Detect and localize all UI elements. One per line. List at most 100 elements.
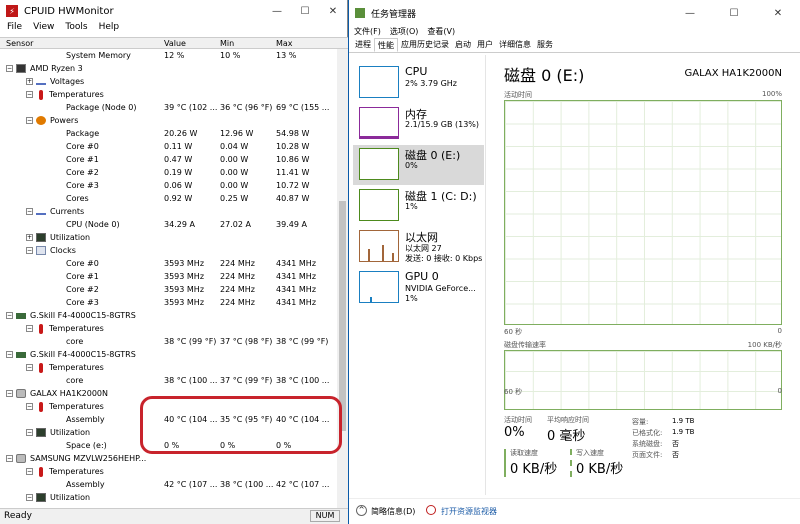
column-max[interactable]: Max	[276, 39, 293, 48]
sensor-group-row[interactable]: − Temperatures	[0, 361, 337, 374]
collapse-toggle-icon[interactable]: −	[6, 455, 13, 462]
sensor-row[interactable]: Package 20.26 W 12.96 W 54.98 W	[0, 127, 337, 140]
collapse-toggle-icon[interactable]: −	[6, 312, 13, 319]
close-button[interactable]: ✕	[319, 6, 347, 17]
response-time-label: 平均响应时间	[547, 416, 589, 424]
tab-services[interactable]: 服务	[534, 38, 556, 52]
perf-item-4[interactable]: 以太网 以太网 27 发送: 0 接收: 0 Kbps	[353, 227, 484, 267]
sensor-group-row[interactable]: + Voltages	[0, 75, 337, 88]
tab-startup[interactable]: 启动	[452, 38, 474, 52]
sensor-row[interactable]: Core #2 0.19 W 0.00 W 11.41 W	[0, 166, 337, 179]
sensor-max: 40 °C (104 ...	[276, 415, 330, 424]
read-speed-bar	[504, 449, 506, 477]
sensor-group-row[interactable]: − AMD Ryzen 3	[0, 62, 337, 75]
sensor-name-cell: + Utilization	[26, 231, 90, 244]
collapse-toggle-icon[interactable]: −	[26, 429, 33, 436]
collapse-toggle-icon[interactable]: −	[26, 403, 33, 410]
menu-view[interactable]: View	[33, 22, 54, 36]
collapse-toggle-icon[interactable]: −	[26, 208, 33, 215]
column-sensor[interactable]: Sensor	[6, 39, 33, 48]
collapse-toggle-icon[interactable]: −	[26, 494, 33, 501]
sensor-row[interactable]: Core #3 0.06 W 0.00 W 10.72 W	[0, 179, 337, 192]
sensor-group-row[interactable]: − Powers	[0, 114, 337, 127]
menu-file[interactable]: 文件(F)	[354, 26, 381, 38]
sensor-row[interactable]: Package (Node 0) 39 °C (102 ... 36 °C (96 …	[0, 101, 337, 114]
sensor-min: 224 MHz	[220, 259, 255, 268]
sensor-group-row[interactable]: − G.Skill F4-4000C15-8GTRS	[0, 348, 337, 361]
perf-item-1[interactable]: 内存 2.1/15.9 GB (13%)	[353, 104, 484, 144]
column-min[interactable]: Min	[220, 39, 234, 48]
sensor-row[interactable]: System Memory 12 % 10 % 13 %	[0, 49, 337, 62]
tab-users[interactable]: 用户	[474, 38, 496, 52]
tab-details[interactable]: 详细信息	[496, 38, 534, 52]
sensor-value: 3593 MHz	[164, 298, 205, 307]
minimize-button[interactable]: —	[263, 6, 291, 17]
sensor-row[interactable]: core 38 °C (99 °F) 37 °C (98 °F) 38 °C (99 …	[0, 335, 337, 348]
menu-tools[interactable]: Tools	[65, 22, 87, 36]
sensor-row[interactable]: Core #1 0.47 W 0.00 W 10.86 W	[0, 153, 337, 166]
sensor-group-row[interactable]: − G.Skill F4-4000C15-8GTRS	[0, 309, 337, 322]
collapse-toggle-icon[interactable]: −	[26, 364, 33, 371]
sensor-row[interactable]: Assembly 42 °C (107 ... 38 °C (100 ... 42 °…	[0, 478, 337, 491]
sensor-row[interactable]: Core #1 3593 MHz 224 MHz 4341 MHz	[0, 270, 337, 283]
sensor-label: Utilization	[50, 233, 91, 242]
sensor-group-row[interactable]: − GALAX HA1K2000N	[0, 387, 337, 400]
menu-help[interactable]: Help	[99, 22, 120, 36]
sensor-group-row[interactable]: − Currents	[0, 205, 337, 218]
sensor-group-row[interactable]: − Temperatures	[0, 400, 337, 413]
menu-view[interactable]: 查看(V)	[427, 26, 455, 38]
sensor-group-row[interactable]: − Clocks	[0, 244, 337, 257]
sensor-row[interactable]: Cores 0.92 W 0.25 W 40.87 W	[0, 192, 337, 205]
collapse-toggle-icon[interactable]: −	[26, 247, 33, 254]
tm-close-button[interactable]: ✕	[756, 8, 800, 19]
collapse-toggle-icon[interactable]: −	[6, 390, 13, 397]
sensor-group-row[interactable]: − SAMSUNG MZVLW256HEHP...	[0, 452, 337, 465]
collapse-toggle-icon[interactable]: −	[26, 117, 33, 124]
sensor-row[interactable]: Core #0 0.11 W 0.04 W 10.28 W	[0, 140, 337, 153]
collapse-toggle-icon[interactable]: −	[26, 468, 33, 475]
sensor-group-row[interactable]: − Utilization	[0, 426, 337, 439]
sensor-row[interactable]: CPU (Node 0) 34.29 A 27.02 A 39.49 A	[0, 218, 337, 231]
collapse-toggle-icon[interactable]: −	[26, 325, 33, 332]
sensor-row[interactable]: Core #3 3593 MHz 224 MHz 4341 MHz	[0, 296, 337, 309]
sensor-label: core	[66, 337, 84, 346]
sensor-group-row[interactable]: − Temperatures	[0, 88, 337, 101]
tm-maximize-button[interactable]: ☐	[712, 8, 756, 19]
sensor-group-row[interactable]: − Utilization	[0, 491, 337, 504]
sensor-row[interactable]: Core #0 3593 MHz 224 MHz 4341 MHz	[0, 257, 337, 270]
sensor-value: 0.11 W	[164, 142, 193, 151]
tab-performance[interactable]: 性能	[374, 38, 398, 52]
sensor-value: 38 °C (99 °F)	[164, 337, 217, 346]
expand-toggle-icon[interactable]: +	[26, 234, 33, 241]
sensor-row[interactable]: Assembly 40 °C (104 ... 35 °C (95 °F) 40 °C…	[0, 413, 337, 426]
sensor-group-row[interactable]: − Temperatures	[0, 465, 337, 478]
open-resource-monitor-link[interactable]: 打开资源监视器	[441, 506, 497, 517]
collapse-toggle-icon[interactable]: −	[26, 91, 33, 98]
hwmonitor-scrollbar[interactable]	[337, 49, 348, 508]
perf-item-0[interactable]: CPU 2% 3.79 GHz	[353, 63, 484, 103]
column-value[interactable]: Value	[164, 39, 186, 48]
menu-file[interactable]: File	[7, 22, 22, 36]
sensor-row[interactable]: core 38 °C (100 ... 37 °C (99 °F) 38 °C (10…	[0, 374, 337, 387]
maximize-button[interactable]: ☐	[291, 6, 319, 17]
chevron-up-icon[interactable]: ^	[356, 505, 367, 516]
sensor-group-row[interactable]: − Temperatures	[0, 322, 337, 335]
sensor-group-row[interactable]: + Utilization	[0, 231, 337, 244]
collapse-toggle-icon[interactable]: −	[6, 65, 13, 72]
tab-processes[interactable]: 进程	[352, 38, 374, 52]
sensor-name-cell: − SAMSUNG MZVLW256HEHP...	[6, 452, 146, 465]
sensor-name-cell: − Clocks	[26, 244, 76, 257]
perf-item-3[interactable]: 磁盘 1 (C: D:) 1%	[353, 186, 484, 226]
sensor-row[interactable]: Space (e:) 0 % 0 % 0 %	[0, 439, 337, 452]
perf-item-2[interactable]: 磁盘 0 (E:) 0%	[353, 145, 484, 185]
scrollbar-thumb[interactable]	[339, 201, 346, 431]
perf-item-5[interactable]: GPU 0 NVIDIA GeForce... 1%	[353, 268, 484, 308]
tab-app-history[interactable]: 应用历史记录	[398, 38, 452, 52]
collapse-toggle-icon[interactable]: −	[6, 351, 13, 358]
sensor-row[interactable]: Core #2 3593 MHz 224 MHz 4341 MHz	[0, 283, 337, 296]
menu-options[interactable]: 选项(O)	[390, 26, 419, 38]
tm-minimize-button[interactable]: —	[668, 8, 712, 19]
fewer-details-link[interactable]: 简略信息(D)	[371, 506, 415, 517]
expand-toggle-icon[interactable]: +	[26, 78, 33, 85]
sensor-label: Core #3	[66, 298, 99, 307]
